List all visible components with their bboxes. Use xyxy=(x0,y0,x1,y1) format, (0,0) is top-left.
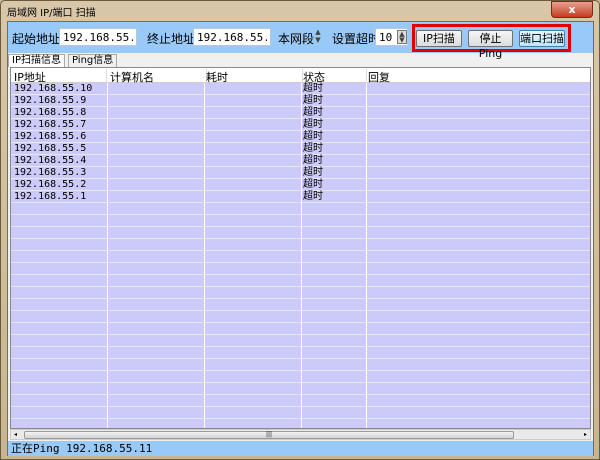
status-bar: 正在Ping 192.168.55.11 xyxy=(8,441,593,456)
column-reply[interactable]: 回复 xyxy=(368,69,568,84)
horizontal-scrollbar[interactable]: ◂ ||| ▸ xyxy=(10,429,591,440)
timeout-label: 设置超时 xyxy=(332,32,381,46)
table-cell: 超时 xyxy=(303,131,323,142)
table-cell: 超时 xyxy=(303,107,323,118)
table-cell: 超时 xyxy=(303,191,323,202)
column-hostname[interactable]: 计算机名 xyxy=(110,69,207,84)
scroll-thumb[interactable]: ||| xyxy=(24,431,514,439)
start-address-input[interactable] xyxy=(59,28,137,46)
tab-bar: IP扫描信息 Ping信息 xyxy=(8,53,593,67)
table-cell: 192.168.55.9 xyxy=(14,95,87,106)
table-cell: 超时 xyxy=(303,179,323,190)
column-ip[interactable]: IP地址 xyxy=(14,69,107,84)
segment-spinner[interactable]: ▲ ▼ xyxy=(313,28,323,46)
app-window: 局域网 IP/端口 扫描 x 起始地址 终止地址 本网段 ▲▼ 设置超时 ▲▼ … xyxy=(0,0,600,460)
ip-scan-button[interactable]: IP扫描 xyxy=(416,30,462,47)
scroll-left-icon[interactable]: ◂ xyxy=(14,430,17,439)
results-table: IP地址 计算机名 耗时 状态 回复 192.168.55.10 超时 192.16… xyxy=(10,67,591,429)
port-scan-button[interactable]: 端口扫描 xyxy=(519,30,565,47)
timeout-spinner[interactable]: ▲ ▼ xyxy=(397,30,407,44)
table-cell: 超时 xyxy=(303,155,323,166)
table-cell: 192.168.55.10 xyxy=(14,83,93,94)
table-cell: 192.168.55.7 xyxy=(14,119,87,130)
client-area: 起始地址 终止地址 本网段 ▲▼ 设置超时 ▲▼ IP扫描 停止Ping 端口扫… xyxy=(7,21,594,456)
segment-label: 本网段 xyxy=(278,32,315,46)
start-address-label: 起始地址 xyxy=(12,32,61,46)
table-cell: 192.168.55.5 xyxy=(14,143,87,154)
close-button[interactable]: x xyxy=(551,1,593,18)
table-cell: 192.168.55.8 xyxy=(14,107,87,118)
table-header: IP地址 计算机名 耗时 状态 回复 xyxy=(11,68,590,84)
table-cell: 超时 xyxy=(303,143,323,154)
window-title: 局域网 IP/端口 扫描 xyxy=(7,8,96,19)
table-cell: 192.168.55.2 xyxy=(14,179,87,190)
scroll-right-icon[interactable]: ▸ xyxy=(584,430,587,439)
table-cell: 超时 xyxy=(303,95,323,106)
table-cell: 超时 xyxy=(303,167,323,178)
tab-ip-scan-info[interactable]: IP扫描信息 xyxy=(8,54,65,67)
stop-ping-button[interactable]: 停止Ping xyxy=(468,30,513,60)
table-cell: 192.168.55.6 xyxy=(14,131,87,142)
end-address-label: 终止地址 xyxy=(147,32,196,46)
toolbar: 起始地址 终止地址 本网段 ▲▼ 设置超时 ▲▼ IP扫描 停止Ping 端口扫… xyxy=(8,22,593,60)
table-cell: 192.168.55.4 xyxy=(14,155,87,166)
table-cell: 192.168.55.3 xyxy=(14,167,87,178)
column-status[interactable]: 状态 xyxy=(303,69,367,84)
end-address-input[interactable] xyxy=(193,28,271,46)
tab-ping-info[interactable]: Ping信息 xyxy=(68,54,118,67)
table-cell: 超时 xyxy=(303,83,323,94)
table-cell: 192.168.55.1 xyxy=(14,191,87,202)
column-time[interactable]: 耗时 xyxy=(206,69,303,84)
table-cell: 超时 xyxy=(303,119,323,130)
